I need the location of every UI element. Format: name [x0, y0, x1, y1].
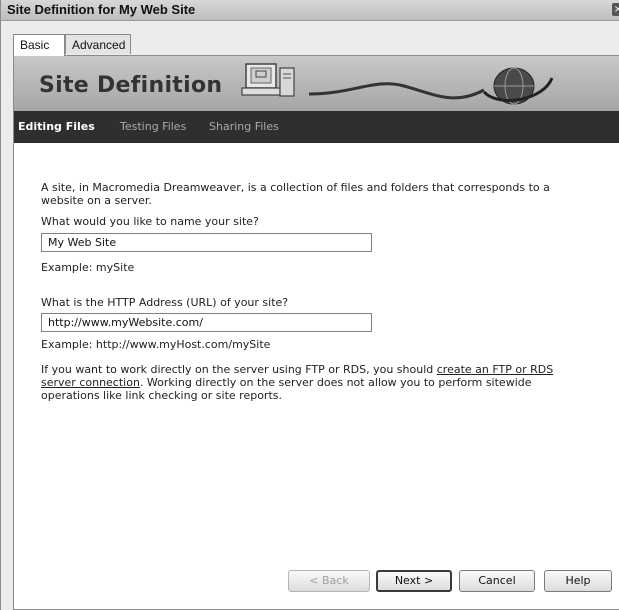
site-definition-dialog: Site Definition for My Web Site × Basic … [0, 0, 619, 610]
site-url-label: What is the HTTP Address (URL) of your s… [41, 296, 289, 309]
title-bar[interactable]: Site Definition for My Web Site × [1, 0, 619, 21]
basic-panel: Site Definition Editing Files Testing Fi… [13, 55, 619, 610]
site-name-input[interactable] [41, 233, 372, 252]
ftp-info-text-before: If you want to work directly on the serv… [41, 363, 437, 376]
intro-text: A site, in Macromedia Dreamweaver, is a … [41, 181, 550, 207]
nav-testing-files[interactable]: Testing Files [120, 120, 186, 133]
site-definition-nav: Editing Files Testing Files Sharing File… [14, 111, 619, 143]
tab-advanced[interactable]: Advanced [65, 34, 131, 54]
tab-basic[interactable]: Basic [13, 34, 65, 56]
nav-sharing-files[interactable]: Sharing Files [209, 120, 279, 133]
banner-title: Site Definition [39, 73, 223, 98]
nav-editing-files[interactable]: Editing Files [18, 120, 95, 133]
globe-icon [482, 67, 554, 105]
back-button[interactable]: < Back [288, 570, 370, 592]
site-name-label: What would you like to name your site? [41, 215, 259, 228]
site-url-input[interactable] [41, 313, 372, 332]
ftp-info-text: If you want to work directly on the serv… [41, 363, 586, 402]
close-icon[interactable]: × [612, 3, 619, 16]
cancel-button[interactable]: Cancel [459, 570, 535, 592]
help-button[interactable]: Help [544, 570, 612, 592]
window-title: Site Definition for My Web Site [7, 2, 196, 17]
computer-icon [241, 63, 295, 97]
site-url-example: Example: http://www.myHost.com/mySite [41, 338, 271, 351]
banner-artwork [241, 63, 554, 105]
site-name-example: Example: mySite [41, 261, 135, 274]
site-definition-banner: Site Definition [14, 56, 619, 111]
next-button[interactable]: Next > [376, 570, 452, 592]
